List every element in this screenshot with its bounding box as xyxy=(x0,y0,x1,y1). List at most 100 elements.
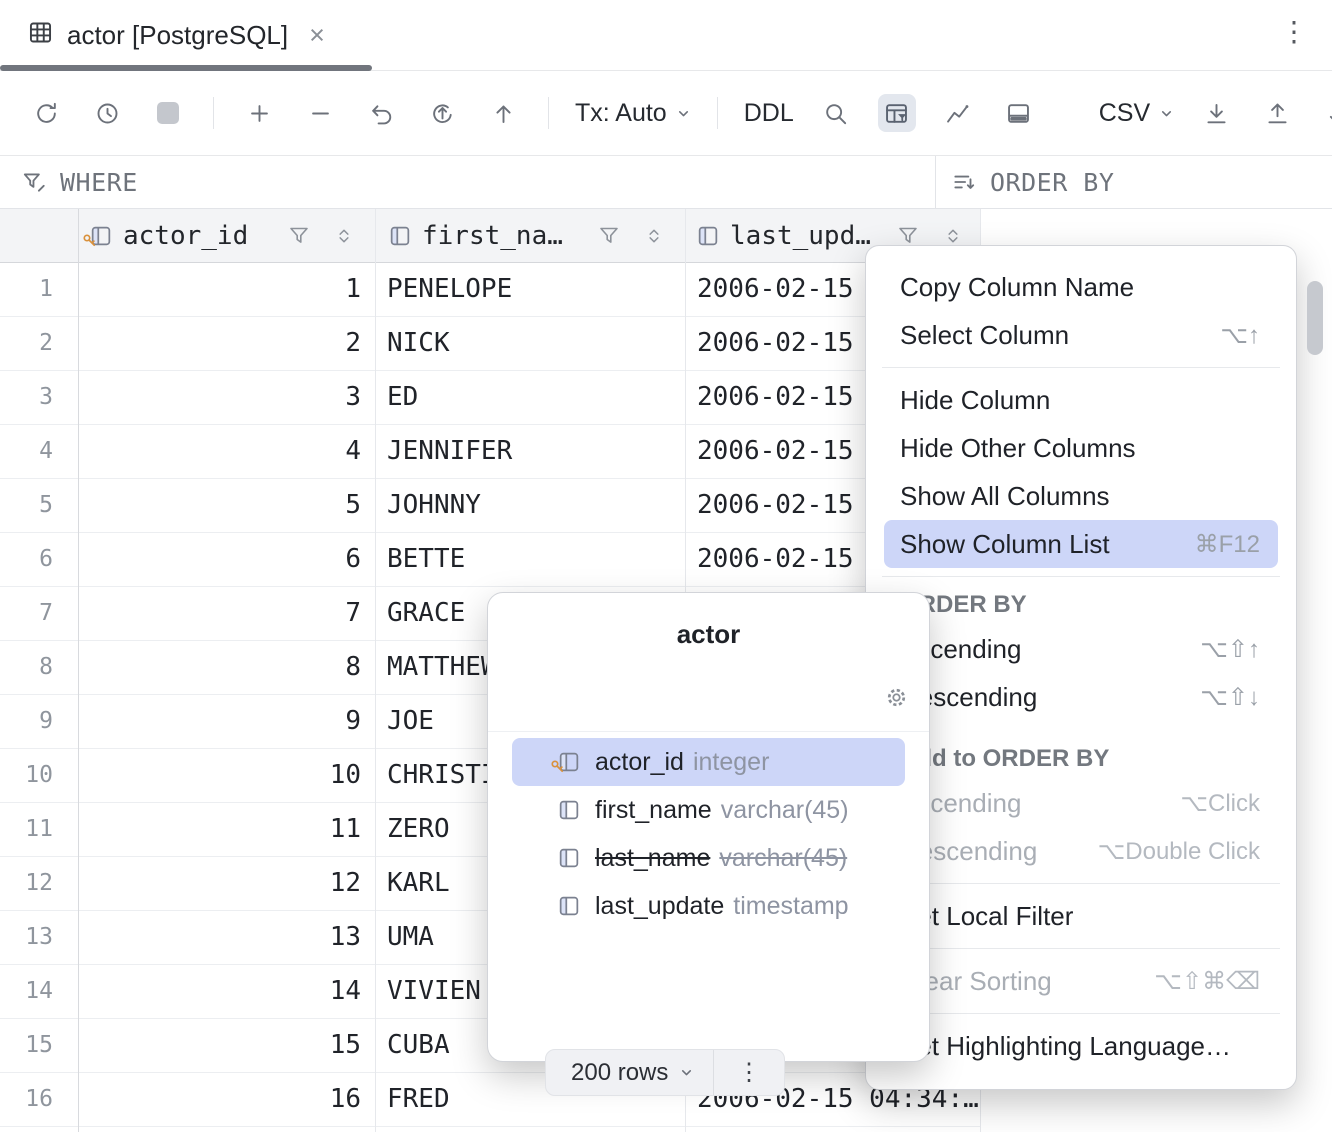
where-filter-bar[interactable]: WHERE xyxy=(21,156,138,208)
row-number[interactable]: 15 xyxy=(0,1019,78,1073)
menu-item-order-descending[interactable]: Descending⌥⇧↓ xyxy=(884,673,1278,721)
page-size-dropdown[interactable]: 200 rows xyxy=(546,1059,713,1087)
csv-label: CSV xyxy=(1099,99,1150,128)
compare-swap-button[interactable] xyxy=(1319,94,1332,132)
column-item-last-update[interactable]: last_update timestamp xyxy=(512,882,905,930)
grid-header: actor_id first_na… last_upd… xyxy=(0,209,980,263)
menu-item-select-column[interactable]: Select Column⌥↑ xyxy=(884,311,1278,359)
table-row: 2 2 NICK 2006-02-15 04:34:… xyxy=(0,317,980,371)
add-row-button[interactable] xyxy=(240,94,278,132)
delete-row-button[interactable] xyxy=(301,94,339,132)
filter-funnel-icon[interactable] xyxy=(896,224,920,248)
menu-item-hide-other-columns[interactable]: Hide Other Columns xyxy=(884,424,1278,472)
column-item-actor-id[interactable]: actor_id integer xyxy=(512,738,905,786)
csv-format-dropdown[interactable]: CSV xyxy=(1099,99,1174,128)
row-number[interactable]: 3 xyxy=(0,371,78,425)
menu-item-set-local-filter[interactable]: Set Local Filter xyxy=(884,892,1278,940)
column-item-first-name[interactable]: first_name varchar(45) xyxy=(512,786,905,834)
row-number[interactable]: 13 xyxy=(0,911,78,965)
cell-actor-id[interactable]: 9 xyxy=(78,695,375,749)
export-button[interactable] xyxy=(1258,94,1296,132)
cell-first-name[interactable]: NICK xyxy=(375,317,685,371)
row-number[interactable]: 12 xyxy=(0,857,78,911)
menu-item-order-ascending[interactable]: Ascending⌥⇧↑ xyxy=(884,625,1278,673)
cell-actor-id[interactable]: 4 xyxy=(78,425,375,479)
history-clock-button[interactable] xyxy=(88,94,126,132)
gear-icon[interactable] xyxy=(884,685,909,710)
cell-actor-id[interactable]: 14 xyxy=(78,965,375,1019)
vertical-scrollbar-thumb[interactable] xyxy=(1307,281,1323,355)
cell-first-name[interactable]: JENNIFER xyxy=(375,425,685,479)
menu-separator xyxy=(882,367,1280,368)
sort-toggle-icon[interactable] xyxy=(643,225,665,247)
sort-toggle-icon[interactable] xyxy=(942,225,964,247)
cell-actor-id[interactable]: 3 xyxy=(78,371,375,425)
row-number[interactable]: 14 xyxy=(0,965,78,1019)
cell-actor-id[interactable]: 8 xyxy=(78,641,375,695)
cell-actor-id[interactable]: 15 xyxy=(78,1019,375,1073)
cell-actor-id[interactable]: 7 xyxy=(78,587,375,641)
cell-first-name[interactable]: PENELOPE xyxy=(375,263,685,317)
view-options-button[interactable] xyxy=(878,94,916,132)
cell-actor-id[interactable]: 16 xyxy=(78,1073,375,1127)
page-options-kebab-icon[interactable]: ⋮ xyxy=(714,1058,784,1087)
cell-actor-id[interactable]: 10 xyxy=(78,749,375,803)
row-number[interactable]: 4 xyxy=(0,425,78,479)
menu-item-set-highlighting-language[interactable]: Set Highlighting Language… xyxy=(884,1022,1278,1070)
row-number[interactable]: 16 xyxy=(0,1073,78,1127)
shortcut: ⌘F12 xyxy=(1195,530,1260,559)
column-item-last-name-hidden[interactable]: last_name varchar(45) xyxy=(512,834,905,882)
chart-button[interactable] xyxy=(939,94,977,132)
refresh-button[interactable] xyxy=(27,94,65,132)
import-button[interactable] xyxy=(1197,94,1235,132)
cell-actor-id[interactable]: 13 xyxy=(78,911,375,965)
filter-bar-divider xyxy=(935,156,936,208)
cell-actor-id[interactable]: 1 xyxy=(78,263,375,317)
revert-button[interactable] xyxy=(423,94,461,132)
menu-item-add-descending[interactable]: Descending⌥Double Click xyxy=(884,827,1278,875)
column-header-first-name[interactable]: first_na… xyxy=(375,209,685,262)
tab-actor-postgresql[interactable]: actor [PostgreSQL] × xyxy=(0,0,325,70)
column-icon xyxy=(387,223,413,249)
transpose-view-button[interactable] xyxy=(1000,94,1038,132)
cell-actor-id[interactable]: 2 xyxy=(78,317,375,371)
shortcut: ⌥⇧↑ xyxy=(1200,635,1260,664)
sort-toggle-icon[interactable] xyxy=(333,225,355,247)
cell-first-name[interactable]: JOHNNY xyxy=(375,479,685,533)
tx-mode-dropdown[interactable]: Tx: Auto xyxy=(575,99,691,128)
cell-actor-id[interactable]: 11 xyxy=(78,803,375,857)
close-icon[interactable]: × xyxy=(309,22,325,49)
menu-item-clear-sorting[interactable]: Clear Sorting⌥⇧⌘⌫ xyxy=(884,957,1278,1005)
search-button[interactable] xyxy=(817,94,855,132)
row-number[interactable]: 6 xyxy=(0,533,78,587)
cell-actor-id[interactable]: 5 xyxy=(78,479,375,533)
order-by-bar[interactable]: ORDER BY xyxy=(951,156,1114,208)
menu-item-copy-column-name[interactable]: Copy Column Name xyxy=(884,263,1278,311)
row-number[interactable]: 8 xyxy=(0,641,78,695)
row-number[interactable]: 5 xyxy=(0,479,78,533)
menu-item-add-ascending[interactable]: Ascending⌥Click xyxy=(884,779,1278,827)
filter-funnel-icon[interactable] xyxy=(597,224,621,248)
submit-button[interactable] xyxy=(484,94,522,132)
cell-actor-id[interactable]: 12 xyxy=(78,857,375,911)
menu-item-show-column-list[interactable]: Show Column List⌘F12 xyxy=(884,520,1278,568)
filter-funnel-icon[interactable] xyxy=(287,224,311,248)
row-number[interactable]: 7 xyxy=(0,587,78,641)
tx-mode-label: Tx: Auto xyxy=(575,99,667,128)
menu-item-show-all-columns[interactable]: Show All Columns xyxy=(884,472,1278,520)
shortcut: ⌥⇧⌘⌫ xyxy=(1154,967,1260,996)
menu-item-hide-column[interactable]: Hide Column xyxy=(884,376,1278,424)
row-number[interactable]: 1 xyxy=(0,263,78,317)
undo-button[interactable] xyxy=(362,94,400,132)
row-number[interactable]: 2 xyxy=(0,317,78,371)
cell-actor-id[interactable]: 6 xyxy=(78,533,375,587)
row-number[interactable]: 10 xyxy=(0,749,78,803)
cell-first-name[interactable]: ED xyxy=(375,371,685,425)
row-number[interactable]: 9 xyxy=(0,695,78,749)
ddl-button[interactable]: DDL xyxy=(744,99,794,128)
cell-first-name[interactable]: BETTE xyxy=(375,533,685,587)
more-options-icon[interactable]: ⋮ xyxy=(1280,18,1308,46)
row-number[interactable]: 11 xyxy=(0,803,78,857)
filter-sort-bar: WHERE ORDER BY xyxy=(0,156,1332,209)
column-header-actor-id[interactable]: actor_id xyxy=(78,209,375,262)
